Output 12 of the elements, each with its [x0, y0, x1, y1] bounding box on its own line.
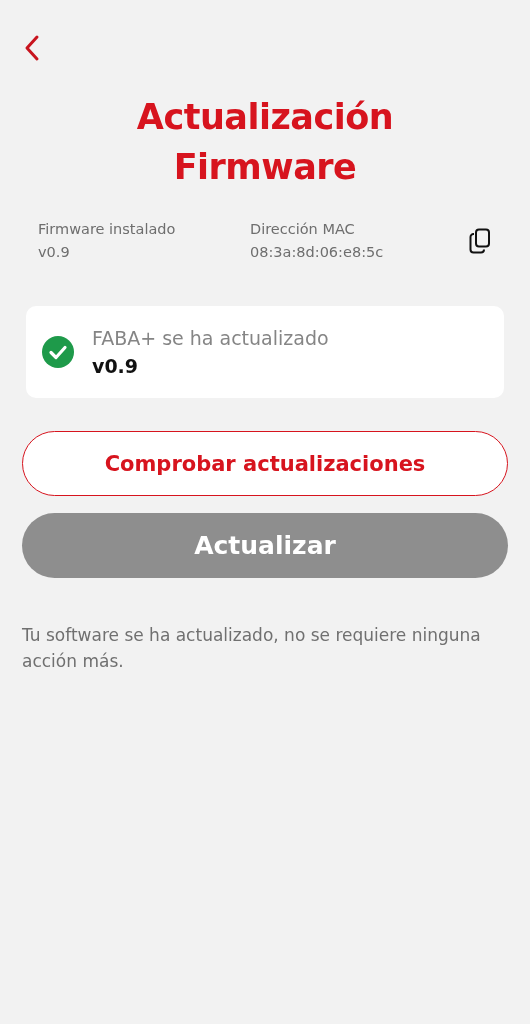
version-text: v0.9: [92, 354, 140, 379]
copy-button[interactable]: [469, 228, 491, 254]
status-message: FABA+ se ha actualizado: [92, 326, 329, 351]
copy-icon: [469, 228, 491, 254]
back-icon: [24, 34, 40, 62]
info-message: Tu software se ha actualizado, no se requiere ninguna acción más.: [22, 624, 482, 673]
check-updates-button[interactable]: Comprobar actualizaciones: [22, 431, 508, 496]
info-value: 08:3a:8d:06:e8:5c: [250, 243, 385, 262]
info-label: Dirección MAC: [250, 220, 356, 239]
info-value: v0.9: [38, 243, 71, 262]
page-title: Actualización Firmware: [135, 96, 395, 189]
info-label: Firmware instalado: [38, 220, 177, 239]
